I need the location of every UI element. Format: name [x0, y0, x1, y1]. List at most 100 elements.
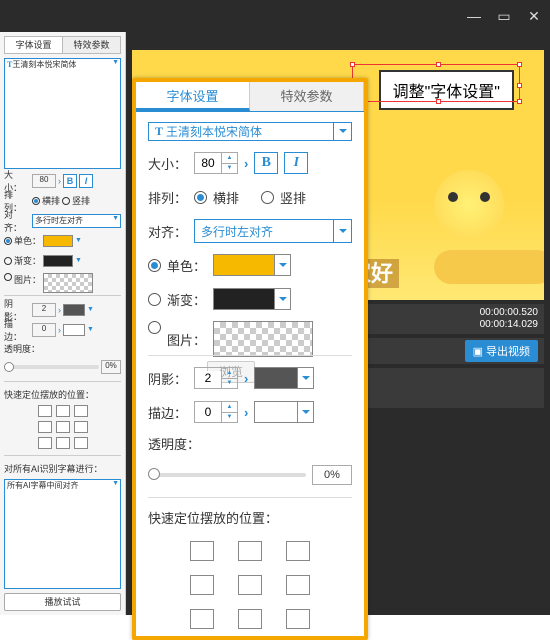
maximize-button[interactable]: ▭: [496, 8, 512, 24]
arrange-label: 排列：: [148, 188, 188, 207]
sidebar-pos-tr[interactable]: [74, 405, 88, 417]
sidebar-pic-preview: [43, 273, 93, 293]
position-grid: [148, 541, 352, 629]
pos-tc[interactable]: [238, 541, 262, 561]
solid-label: 单色：: [167, 256, 207, 275]
gradient-color-select[interactable]: [213, 288, 291, 310]
shadow-label: 阴影：: [148, 369, 188, 388]
sidebar-shadow-input[interactable]: 2: [32, 303, 56, 317]
stroke-input[interactable]: ▲▼: [194, 401, 238, 423]
sidebar-ai-select[interactable]: 所有AI字幕中间对齐: [4, 479, 121, 590]
sidebar-shadow-color[interactable]: [63, 304, 85, 316]
sidebar-bold-btn[interactable]: B: [63, 174, 77, 188]
pos-mr[interactable]: [286, 575, 310, 595]
sidebar-arrange-h-label: 横排: [42, 194, 60, 207]
close-button[interactable]: ✕: [526, 8, 542, 24]
minimize-button[interactable]: —: [466, 8, 482, 24]
radio-picture[interactable]: [148, 321, 161, 334]
pos-mc[interactable]: [238, 575, 262, 595]
font-dropdown-icon: [333, 123, 351, 140]
size-down[interactable]: ▼: [222, 164, 237, 174]
sidebar-tab-fx[interactable]: 特效参数: [63, 37, 120, 53]
shadow-input[interactable]: ▲▼: [194, 367, 238, 389]
shadow-more-icon[interactable]: ›: [244, 371, 248, 386]
sidebar-pic-label: 图片：: [14, 273, 41, 286]
sidebar-pos-br[interactable]: [74, 437, 88, 449]
radio-solid[interactable]: [148, 259, 161, 272]
sidebar-stroke-input[interactable]: 0: [32, 323, 56, 337]
tab-fx[interactable]: 特效参数: [250, 82, 364, 111]
sidebar-pos-tc[interactable]: [56, 405, 70, 417]
size-input-field[interactable]: [195, 156, 221, 170]
selection-box[interactable]: [352, 64, 520, 102]
stroke-more-icon[interactable]: ›: [244, 405, 248, 420]
pos-tl[interactable]: [190, 541, 214, 561]
size-more-icon[interactable]: ›: [244, 156, 248, 171]
radio-gradient[interactable]: [148, 293, 161, 306]
picture-label: 图片：: [167, 330, 207, 349]
sidebar-align-select[interactable]: 多行时左对齐: [32, 214, 121, 228]
sidebar-pos-mc[interactable]: [56, 421, 70, 433]
sidebar-stroke-color[interactable]: [63, 324, 85, 336]
sidebar-radio-v[interactable]: [62, 197, 70, 205]
size-label: 大小：: [148, 154, 188, 173]
picture-preview: [213, 321, 313, 357]
sidebar-arrange-v-label: 竖排: [72, 194, 90, 207]
size-input[interactable]: ▲▼: [194, 152, 238, 174]
opacity-label: 透明度：: [148, 434, 352, 453]
arrange-v-label: 竖排: [280, 188, 306, 207]
sidebar-tab-font[interactable]: 字体设置: [5, 37, 63, 53]
sidebar-pos-tl[interactable]: [38, 405, 52, 417]
arrange-h-label: 横排: [213, 188, 239, 207]
sidebar-font-select[interactable]: T王清刻本悦宋简体: [4, 58, 121, 169]
shadow-up[interactable]: ▲: [222, 368, 237, 379]
bold-button[interactable]: B: [254, 152, 278, 174]
title-bar: — ▭ ✕: [0, 0, 550, 32]
sidebar-pos-bc[interactable]: [56, 437, 70, 449]
sidebar-grad-color[interactable]: [43, 255, 73, 267]
sidebar-pos-ml[interactable]: [38, 421, 52, 433]
gradient-label: 渐变：: [167, 290, 207, 309]
sidebar-pos-bl[interactable]: [38, 437, 52, 449]
sidebar-tabs: 字体设置 特效参数: [4, 36, 121, 54]
size-up[interactable]: ▲: [222, 153, 237, 164]
shadow-color-select[interactable]: [254, 367, 314, 389]
opacity-slider[interactable]: [148, 473, 306, 477]
sidebar-opacity-slider[interactable]: [4, 365, 99, 369]
sun-graphic: [434, 170, 504, 240]
sidebar-align-label: 对齐：: [4, 208, 30, 234]
sidebar-italic-btn[interactable]: I: [79, 174, 93, 188]
font-select-value: 王清刻本悦宋简体: [166, 123, 262, 140]
sidebar-font-panel: 字体设置 特效参数 T王清刻本悦宋简体 大小：80›BI 排列：横排竖排 对齐：…: [0, 32, 126, 615]
italic-button[interactable]: I: [284, 152, 308, 174]
shadow-down[interactable]: ▼: [222, 379, 237, 389]
sidebar-size-input[interactable]: 80: [32, 174, 56, 188]
stroke-input-field[interactable]: [195, 405, 221, 419]
sidebar-radio-grad[interactable]: [4, 257, 12, 265]
tab-font[interactable]: 字体设置: [136, 82, 250, 111]
pos-bl[interactable]: [190, 609, 214, 629]
pos-tr[interactable]: [286, 541, 310, 561]
solid-color-select[interactable]: [213, 254, 291, 276]
sidebar-solid-color[interactable]: [43, 235, 73, 247]
sidebar-play-button[interactable]: 播放试试: [4, 593, 121, 611]
stroke-color-select[interactable]: [254, 401, 314, 423]
font-settings-panel: 字体设置 特效参数 T 王清刻本悦宋简体 大小： ▲▼ › B I 排列：: [132, 78, 368, 640]
sidebar-radio-solid[interactable]: [4, 237, 12, 245]
pos-br[interactable]: [286, 609, 310, 629]
export-button[interactable]: ▣导出视频: [465, 340, 538, 362]
pos-ml[interactable]: [190, 575, 214, 595]
shadow-input-field[interactable]: [195, 371, 221, 385]
font-select[interactable]: T 王清刻本悦宋简体: [148, 122, 352, 141]
time-duration: 00:00:14.029: [480, 319, 538, 331]
radio-vertical[interactable]: [261, 191, 274, 204]
pos-bc[interactable]: [238, 609, 262, 629]
sidebar-pos-mr[interactable]: [74, 421, 88, 433]
sidebar-radio-pic[interactable]: [4, 273, 12, 281]
stroke-up[interactable]: ▲: [222, 402, 237, 413]
stroke-down[interactable]: ▼: [222, 413, 237, 423]
align-label: 对齐：: [148, 222, 188, 241]
radio-horizontal[interactable]: [194, 191, 207, 204]
sidebar-radio-h[interactable]: [32, 197, 40, 205]
align-select[interactable]: 多行时左对齐: [194, 219, 352, 243]
